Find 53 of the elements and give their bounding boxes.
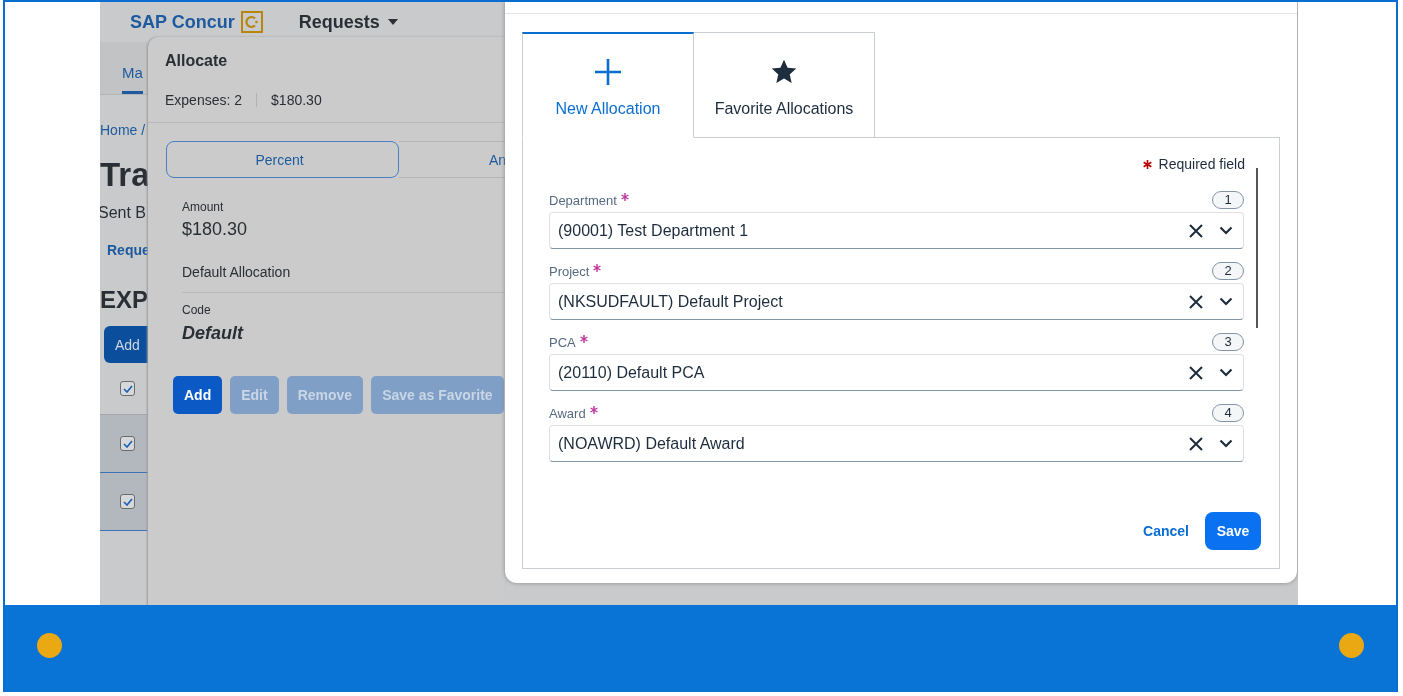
checkbox[interactable] [120,494,135,509]
request-link[interactable]: Reque [107,242,148,258]
logo-icon [240,11,263,33]
action-button[interactable]: Add [173,376,223,414]
code-value: Default [182,323,245,344]
clear-icon[interactable] [1189,294,1203,309]
chevron-down-icon[interactable] [1219,297,1233,306]
caret-icon [387,19,398,25]
clear-icon[interactable] [1189,365,1203,380]
plus-icon [594,58,622,86]
select-field[interactable]: (90001) Test Department 1 [549,212,1244,249]
level-badge: 1 [1212,191,1244,209]
mode-toggle[interactable]: Percent [166,141,399,178]
level-badge: 2 [1212,262,1244,280]
save-button[interactable]: Save [1205,512,1261,550]
chevron-down-icon[interactable] [1219,368,1233,377]
table-row[interactable] [100,415,148,473]
cancel-button[interactable]: Cancel [1143,523,1189,539]
mode-toggle[interactable]: An [399,141,505,178]
field-label: Department [549,192,617,208]
chevron-down-icon[interactable] [1219,226,1233,235]
allocation-name: Default Allocation [182,264,505,293]
field-label: PCA [549,334,576,350]
select-field[interactable]: (20110) Default PCA [549,354,1244,391]
breadcrumb-link[interactable]: Home / [100,122,146,138]
dot-icon [37,633,62,658]
select-field[interactable]: (NOAWRD) Default Award [549,425,1244,462]
clear-icon[interactable] [1189,436,1203,451]
field-label: Project [549,263,590,279]
table-row[interactable] [100,473,148,531]
dot-icon [1339,633,1364,658]
amount-value: $180.30 [182,219,249,240]
logo-text[interactable]: SAP Concur [130,11,235,33]
required-note: Required field [1158,156,1245,172]
dialog-tab[interactable]: New Allocation [522,32,694,138]
level-badge: 4 [1212,404,1244,422]
panel-title: Allocate [164,51,229,70]
level-badge: 3 [1212,333,1244,351]
amount-label: Amount [182,200,225,214]
select-field[interactable]: (NKSUDFAULT) Default Project [549,283,1244,320]
checkbox[interactable] [120,381,135,396]
dialog-tab[interactable]: Favorite Allocations [694,32,875,138]
requests-menu[interactable]: Requests [298,11,398,33]
field-label: Award [549,405,586,421]
section-heading: EXP [100,286,148,314]
chevron-down-icon[interactable] [1219,439,1233,448]
expenses-total: $180.30 [271,92,322,108]
checkbox[interactable] [120,436,135,451]
page-title: Tra [100,156,148,194]
expenses-count: Expenses: 2 [165,92,243,108]
clear-icon[interactable] [1189,223,1203,238]
code-label: Code [182,303,212,317]
required-icon [1142,159,1152,169]
